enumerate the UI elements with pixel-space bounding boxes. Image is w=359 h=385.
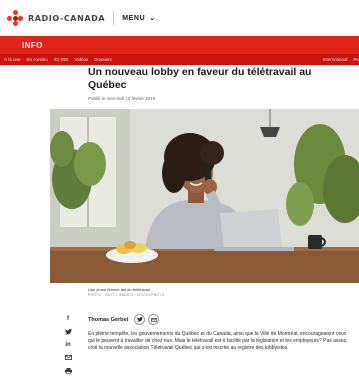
author-row: Thomas Gerbet xyxy=(88,314,162,325)
menu-label: MENU xyxy=(122,14,146,22)
menu-button[interactable]: MENU ⌄ xyxy=(122,14,156,23)
section-bar: INFO xyxy=(0,36,359,54)
email-icon[interactable] xyxy=(62,351,74,364)
logo-text: RADIO-CANADA xyxy=(28,13,106,23)
nav-item-en-continu[interactable]: En continu xyxy=(27,57,48,62)
article-photo xyxy=(50,109,359,283)
facebook-icon[interactable]: f xyxy=(62,312,74,325)
header-divider xyxy=(113,11,115,25)
nav-item-videos[interactable]: Vidéos xyxy=(75,57,89,62)
section-title[interactable]: INFO xyxy=(22,41,43,50)
linkedin-icon[interactable]: in xyxy=(62,338,74,351)
print-icon[interactable] xyxy=(62,364,74,377)
nav-item-politique[interactable]: Po xyxy=(353,57,359,62)
nav-item-ici-rdi[interactable]: ICI RDI xyxy=(54,57,69,62)
nav-item-international[interactable]: International xyxy=(323,57,348,62)
publish-date: Publié le mercredi 13 février 2019 xyxy=(88,96,156,101)
nav-item-dossiers[interactable]: Dossiers xyxy=(94,57,112,62)
share-bar: f in xyxy=(62,312,74,377)
radio-canada-logo-icon xyxy=(7,10,23,26)
article-lead-paragraph: En pleine tempête, les gouvernements du … xyxy=(88,331,348,352)
image-caption: Une jeune femme fait du télétravail. xyxy=(88,287,151,292)
image-credit: PHOTO : GETTY IMAGES / ISTOCKPHOTO xyxy=(88,293,165,297)
nav-item-a-la-une[interactable]: À la une xyxy=(4,57,21,62)
site-header: RADIO-CANADA MENU ⌄ xyxy=(0,0,359,36)
author-twitter-icon[interactable] xyxy=(134,314,146,325)
radio-canada-logo[interactable]: RADIO-CANADA xyxy=(7,10,105,26)
chevron-down-icon: ⌄ xyxy=(149,15,156,22)
article-headline: Un nouveau lobby en faveur du télétravai… xyxy=(88,66,312,91)
author-name[interactable]: Thomas Gerbet xyxy=(88,317,128,323)
twitter-icon[interactable] xyxy=(62,325,74,338)
woman-on-phone-illustration xyxy=(50,109,359,283)
author-email-icon[interactable] xyxy=(148,314,160,325)
section-nav: À la une En continu ICI RDI Vidéos Dossi… xyxy=(0,54,359,65)
